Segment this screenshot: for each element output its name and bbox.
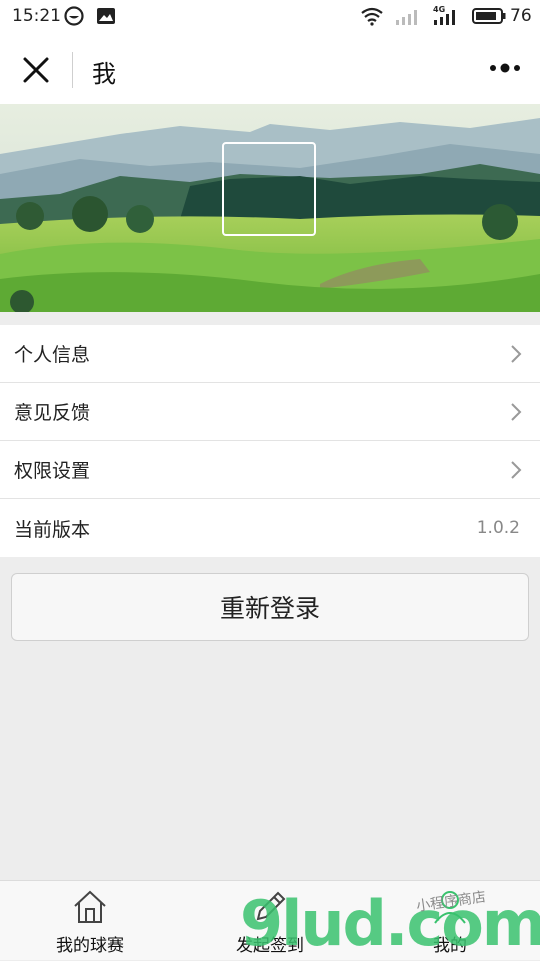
profile-banner (0, 104, 540, 312)
wifi-icon (361, 7, 383, 26)
menu-item-profile-info[interactable]: 个人信息 (0, 325, 540, 383)
tab-label: 我的 (433, 936, 467, 956)
title-divider (72, 52, 73, 88)
menu-item-permissions[interactable]: 权限设置 (0, 441, 540, 499)
tab-my-matches[interactable]: 我的球赛 (0, 881, 180, 961)
chevron-right-icon (511, 461, 522, 479)
status-time: 15:21 (12, 6, 61, 26)
battery-level: 76 (510, 6, 532, 26)
menu-item-feedback[interactable]: 意见反馈 (0, 383, 540, 441)
tab-bar: 我的球赛 发起签到 我的 (0, 880, 540, 960)
menu-item-version: 当前版本 1.0.2 (0, 499, 540, 557)
tab-label: 发起签到 (236, 936, 304, 956)
app-notification-icon (64, 6, 84, 26)
person-icon (434, 891, 466, 924)
chevron-right-icon (511, 345, 522, 363)
close-icon[interactable] (20, 54, 52, 86)
signal-strong-icon (434, 10, 455, 25)
avatar-frame[interactable] (222, 142, 316, 236)
tab-label: 我的球赛 (56, 936, 124, 956)
relogin-button[interactable]: 重新登录 (11, 573, 529, 641)
battery-icon (472, 8, 506, 24)
home-icon (74, 890, 106, 923)
menu-item-label: 权限设置 (14, 460, 91, 482)
tab-start-checkin[interactable]: 发起签到 (180, 881, 360, 961)
settings-menu: 个人信息 意见反馈 权限设置 当前版本 1.0.2 (0, 325, 540, 557)
menu-item-label: 个人信息 (14, 344, 91, 366)
chevron-right-icon (511, 403, 522, 421)
version-value: 1.0.2 (476, 518, 520, 538)
pencil-icon (256, 891, 286, 921)
more-options-icon[interactable] (488, 60, 522, 76)
menu-item-label: 当前版本 (14, 518, 91, 541)
tab-me[interactable]: 我的 (360, 881, 540, 961)
status-bar: 15:21 4G 76 (0, 0, 540, 34)
signal-weak-icon (396, 10, 417, 25)
menu-item-label: 意见反馈 (14, 402, 91, 424)
title-bar: 我 (0, 34, 540, 104)
page-title: 我 (92, 60, 116, 88)
image-notification-icon (97, 8, 115, 24)
